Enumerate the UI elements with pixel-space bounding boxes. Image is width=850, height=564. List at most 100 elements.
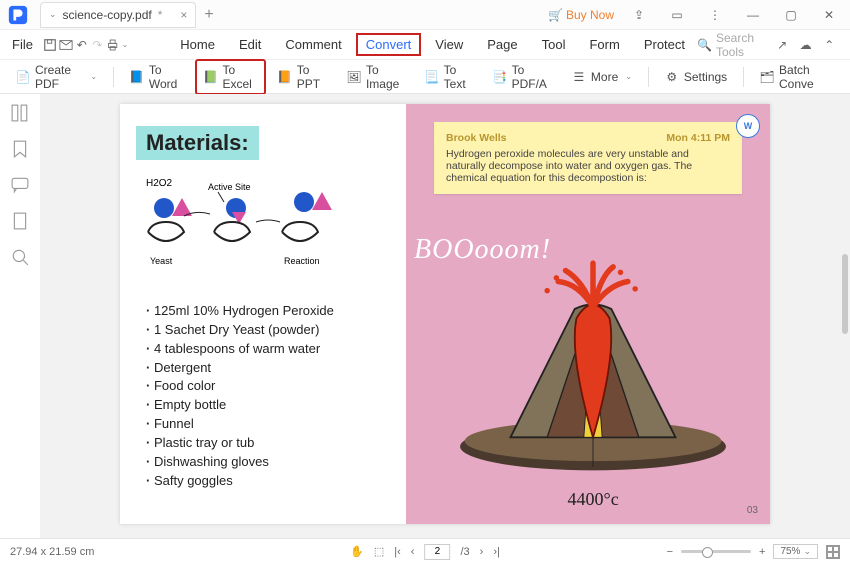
list-item: Safty goggles	[146, 472, 390, 491]
to-text-label: To Text	[444, 63, 473, 91]
list-item: 1 Sachet Dry Yeast (powder)	[146, 321, 390, 340]
page-number-input[interactable]	[424, 544, 450, 560]
buy-now-link[interactable]: 🛒 Buy Now	[548, 8, 614, 22]
attachment-icon[interactable]	[11, 212, 29, 230]
temperature-label: 4400°c	[568, 489, 619, 510]
new-tab-button[interactable]: +	[204, 6, 213, 24]
batch-convert-button[interactable]: 🗂Batch Conve	[752, 59, 842, 95]
buy-now-label: Buy Now	[566, 8, 614, 22]
list-item: Food color	[146, 377, 390, 396]
select-tool-icon[interactable]: ⬚	[374, 545, 384, 558]
to-word-button[interactable]: 📘To Word	[122, 59, 192, 95]
settings-button[interactable]: ⚙ Settings	[657, 66, 735, 88]
collapse-ribbon-icon[interactable]: ⌃	[820, 34, 838, 56]
to-ppt-button[interactable]: 📙To PPT	[270, 59, 335, 95]
print-icon[interactable]: ⌄	[106, 34, 128, 56]
page-number-label: 03	[747, 505, 758, 516]
create-pdf-button[interactable]: 📄Create PDF⌄	[8, 59, 105, 95]
search-panel-icon[interactable]	[11, 248, 29, 266]
prev-page-button[interactable]: ‹	[411, 546, 415, 558]
comment-panel-icon[interactable]	[11, 176, 29, 194]
image-icon: 🖼	[347, 70, 361, 84]
tab-close-icon[interactable]: ×	[180, 8, 187, 22]
materials-heading: Materials:	[136, 126, 259, 160]
page-total: /3	[460, 546, 469, 558]
sticky-note[interactable]: Brook Wells Mon 4:11 PM Hydrogen peroxid…	[434, 122, 742, 194]
tab-protect[interactable]: Protect	[634, 33, 695, 56]
gear-icon: ⚙	[665, 70, 679, 84]
external-link-icon[interactable]: ↗	[773, 34, 791, 56]
file-menu[interactable]: File	[4, 33, 41, 56]
tab-filename: science-copy.pdf	[63, 8, 152, 22]
search-placeholder: Search Tools	[716, 31, 767, 59]
tab-tool[interactable]: Tool	[532, 33, 576, 56]
to-word-label: To Word	[149, 63, 184, 91]
undo-icon[interactable]: ↶	[75, 34, 89, 56]
list-item: 4 tablespoons of warm water	[146, 340, 390, 359]
first-page-button[interactable]: |‹	[394, 546, 401, 558]
cloud-icon[interactable]: ☁	[797, 34, 815, 56]
document-tab[interactable]: ⌄ science-copy.pdf * ×	[40, 2, 196, 28]
zoom-level[interactable]: 75%⌄	[773, 544, 818, 559]
bookmark-icon[interactable]	[11, 140, 29, 158]
more-label: More	[591, 70, 618, 84]
note-time: Mon 4:11 PM	[666, 132, 730, 144]
redo-icon[interactable]: ↷	[91, 34, 105, 56]
search-icon: 🔍	[697, 38, 712, 52]
last-page-button[interactable]: ›|	[493, 546, 500, 558]
next-page-button[interactable]: ›	[480, 546, 484, 558]
zoom-out-button[interactable]: −	[667, 546, 673, 558]
volcano-illustration	[426, 254, 760, 474]
tab-home[interactable]: Home	[170, 33, 225, 56]
zoom-in-button[interactable]: +	[759, 546, 765, 558]
mail-icon[interactable]	[59, 34, 73, 56]
list-item: 125ml 10% Hydrogen Peroxide	[146, 302, 390, 321]
thumbnails-icon[interactable]	[11, 104, 29, 122]
reaction-sketch: H2O2 Yeast Active Site Reaction	[136, 172, 390, 272]
to-excel-button[interactable]: 📗To Excel	[195, 59, 265, 95]
note-body: Hydrogen peroxide molecules are very uns…	[446, 148, 730, 184]
minimize-button[interactable]: —	[740, 2, 766, 28]
kebab-menu-icon[interactable]: ⋮	[702, 2, 728, 28]
tab-form[interactable]: Form	[579, 33, 629, 56]
to-pdfa-label: To PDF/A	[512, 63, 552, 91]
word-export-badge[interactable]: W	[736, 114, 760, 138]
tab-comment[interactable]: Comment	[275, 33, 351, 56]
hand-tool-icon[interactable]: ✋	[350, 545, 364, 558]
share-icon[interactable]: ⇪	[626, 2, 652, 28]
separator	[743, 67, 744, 87]
maximize-button[interactable]: ▢	[778, 2, 804, 28]
zoom-slider[interactable]	[681, 550, 751, 553]
list-item: Detergent	[146, 359, 390, 378]
page-dimensions: 27.94 x 21.59 cm	[10, 546, 94, 558]
search-tools[interactable]: 🔍 Search Tools	[697, 31, 767, 59]
close-window-button[interactable]: ✕	[816, 2, 842, 28]
scrollbar-thumb[interactable]	[842, 254, 848, 334]
settings-label: Settings	[684, 70, 727, 84]
svg-text:Reaction: Reaction	[284, 256, 320, 266]
cart-icon: 🛒	[548, 8, 563, 22]
list-item: Funnel	[146, 415, 390, 434]
to-ppt-label: To PPT	[297, 63, 327, 91]
fit-page-icon[interactable]	[826, 545, 840, 559]
to-text-button[interactable]: 📃To Text	[417, 59, 481, 95]
svg-text:Yeast: Yeast	[150, 256, 173, 266]
save-icon[interactable]	[43, 34, 57, 56]
notification-icon[interactable]: ▭	[664, 2, 690, 28]
svg-text:Active Site: Active Site	[208, 182, 251, 192]
more-button[interactable]: ☰More⌄	[564, 66, 640, 88]
materials-list: 125ml 10% Hydrogen Peroxide 1 Sachet Dry…	[136, 302, 390, 490]
sketch-label-h2o2: H2O2	[146, 178, 173, 189]
list-item: Empty bottle	[146, 396, 390, 415]
tab-edit[interactable]: Edit	[229, 33, 271, 56]
batch-icon: 🗂	[760, 70, 774, 84]
to-image-button[interactable]: 🖼To Image	[339, 59, 413, 95]
document-canvas[interactable]: Materials: H2O2 Yeast Active Site Reacti…	[40, 94, 850, 538]
app-logo	[0, 0, 36, 30]
tab-page[interactable]: Page	[477, 33, 527, 56]
tab-convert[interactable]: Convert	[356, 33, 422, 56]
more-icon: ☰	[572, 70, 586, 84]
title-bar: ⌄ science-copy.pdf * × + 🛒 Buy Now ⇪ ▭ ⋮…	[0, 0, 850, 30]
tab-view[interactable]: View	[425, 33, 473, 56]
to-pdfa-button[interactable]: 📑To PDF/A	[485, 59, 560, 95]
